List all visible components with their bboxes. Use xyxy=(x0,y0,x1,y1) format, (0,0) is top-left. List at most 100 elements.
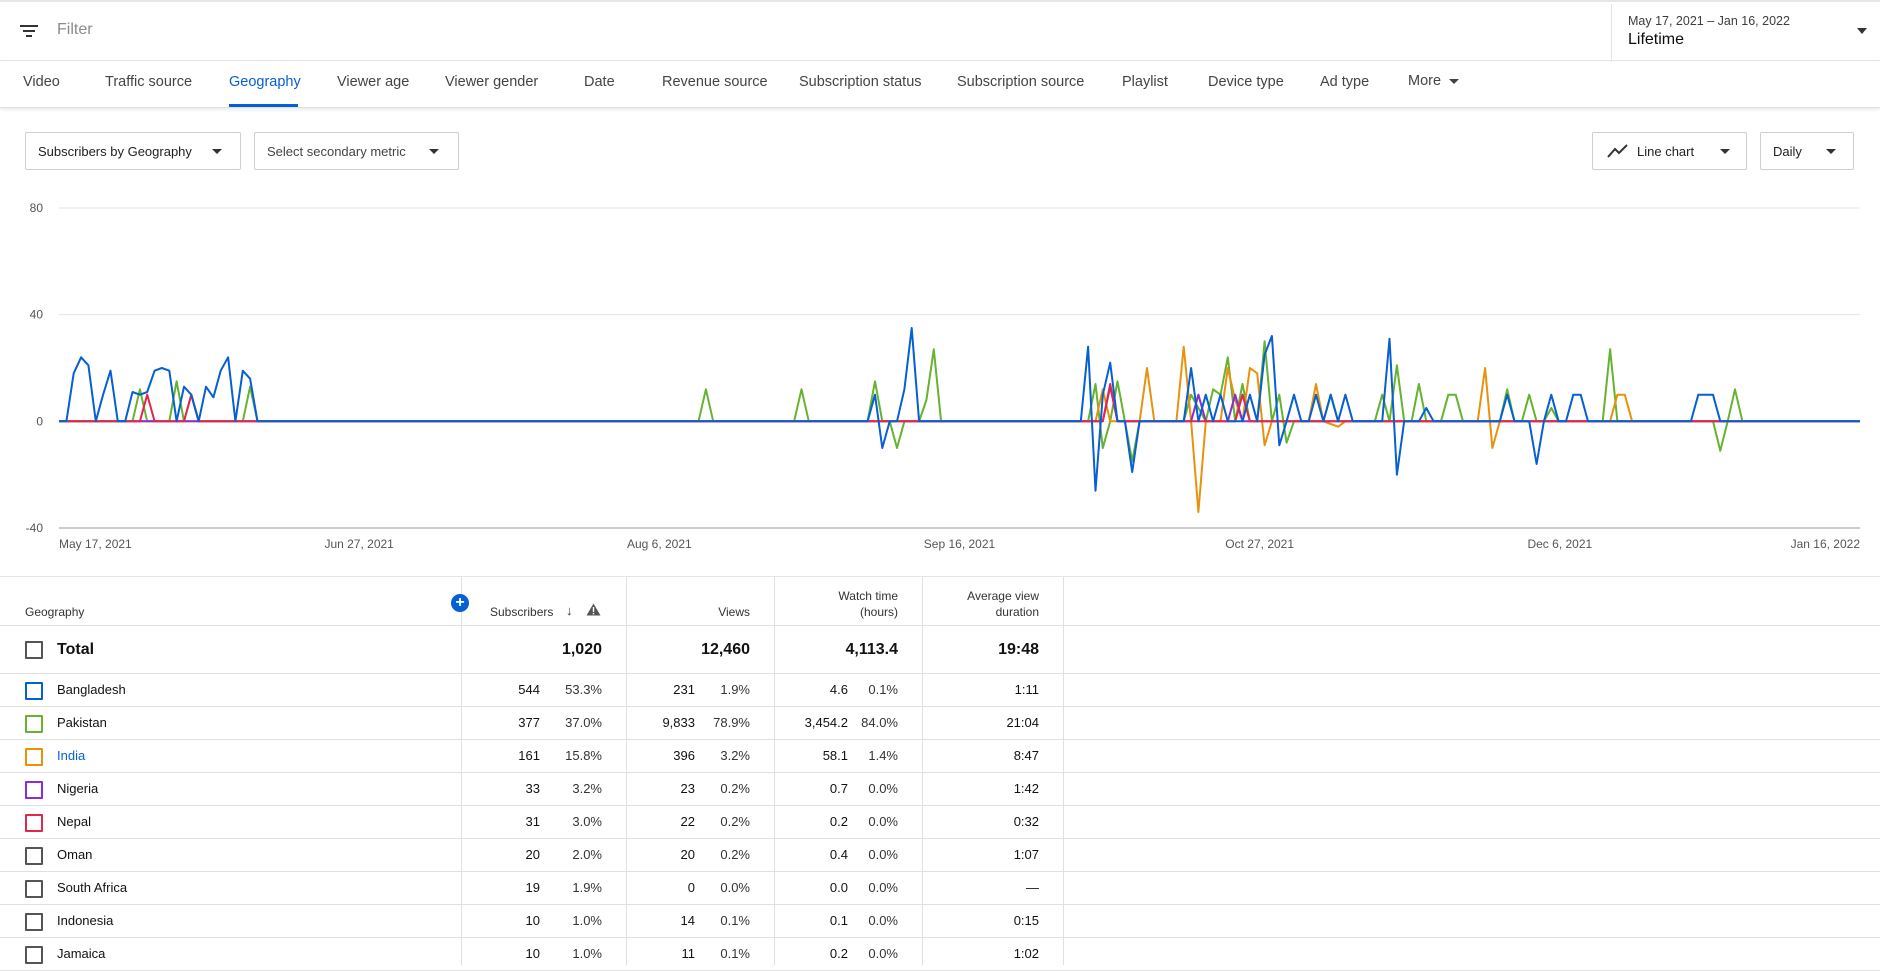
subscribers-line-chart[interactable]: 80 40 0 -40 May 17, 2021 Jun 27, 2021 Aug 6, 2… xyxy=(0,195,1880,565)
total-checkbox[interactable] xyxy=(25,641,43,659)
y-tick-label: 40 xyxy=(30,308,44,322)
row-checkbox[interactable] xyxy=(25,715,43,733)
tab-revenue-source[interactable]: Revenue source xyxy=(662,74,768,90)
secondary-metric-label: Select secondary metric xyxy=(267,144,406,159)
date-range-picker[interactable]: May 17, 2021 – Jan 16, 2022 Lifetime xyxy=(1611,4,1880,62)
tab-device-type[interactable]: Device type xyxy=(1208,74,1284,90)
column-divider xyxy=(774,577,775,965)
row-divider xyxy=(0,904,1880,905)
add-metric-button[interactable]: + xyxy=(451,594,469,612)
geography-table: Geography Subscribers Views Watch time (… xyxy=(0,576,1880,971)
series-line-pakistan[interactable] xyxy=(59,340,1860,463)
row-checkbox[interactable] xyxy=(25,913,43,931)
row-checkbox[interactable] xyxy=(25,781,43,799)
row-checkbox[interactable] xyxy=(25,682,43,700)
watch-time-value: 0.1 xyxy=(829,913,848,928)
y-tick-label: 80 xyxy=(30,201,44,215)
header-avg-line2: duration xyxy=(995,605,1039,619)
tab-traffic-source[interactable]: Traffic source xyxy=(105,74,192,90)
views-percent: 0.2% xyxy=(720,781,750,796)
column-divider xyxy=(1063,577,1064,965)
header-subscribers[interactable]: Subscribers xyxy=(490,604,553,620)
tab-playlist[interactable]: Playlist xyxy=(1122,74,1168,90)
views-value: 11 xyxy=(681,946,696,961)
row-divider xyxy=(0,805,1880,806)
row-checkbox[interactable] xyxy=(25,748,43,766)
views-percent: 0.2% xyxy=(720,814,750,829)
subscribers-percent: 15.8% xyxy=(565,748,602,763)
watch-time-percent: 0.1% xyxy=(868,682,898,697)
views-percent: 0.1% xyxy=(720,913,750,928)
geography-name: Nepal xyxy=(57,814,91,829)
watch-time-value: 0.4 xyxy=(829,847,848,862)
granularity-select[interactable]: Daily xyxy=(1760,132,1854,170)
header-views[interactable]: Views xyxy=(718,604,750,620)
subscribers-percent: 3.0% xyxy=(572,814,602,829)
secondary-metric-select[interactable]: Select secondary metric xyxy=(254,132,459,170)
row-checkbox[interactable] xyxy=(25,946,43,964)
tab-video[interactable]: Video xyxy=(23,74,60,90)
row-checkbox[interactable] xyxy=(25,880,43,898)
series-line-bangladesh[interactable] xyxy=(59,327,1860,492)
sort-descending-icon[interactable]: ↓ xyxy=(566,603,573,618)
subscribers-value: 33 xyxy=(525,781,540,796)
watch-time-value: 0.2 xyxy=(829,814,848,829)
avg-duration-value: 0:32 xyxy=(1013,814,1039,829)
watch-time-percent: 1.4% xyxy=(868,748,898,763)
filter-input[interactable]: Filter xyxy=(57,21,93,39)
subscribers-percent: 1.9% xyxy=(572,880,602,895)
tab-subscription-status[interactable]: Subscription status xyxy=(799,74,922,90)
subscribers-value: 377 xyxy=(518,715,540,730)
x-tick-label: May 17, 2021 xyxy=(59,537,132,551)
row-divider xyxy=(0,937,1880,938)
views-percent: 0.2% xyxy=(720,847,750,862)
watch-time-percent: 0.0% xyxy=(868,946,898,961)
geography-name[interactable]: India xyxy=(57,748,85,763)
avg-duration-value: 1:11 xyxy=(1014,682,1039,697)
tab-ad-type[interactable]: Ad type xyxy=(1320,74,1369,90)
warning-icon[interactable] xyxy=(586,603,601,616)
row-divider xyxy=(0,772,1880,773)
row-checkbox[interactable] xyxy=(25,847,43,865)
tab-more[interactable]: More xyxy=(1408,73,1460,89)
filter-icon[interactable] xyxy=(18,22,40,40)
watch-time-value: 0.2 xyxy=(829,946,848,961)
tab-viewer-gender[interactable]: Viewer gender xyxy=(445,74,538,90)
tab-date[interactable]: Date xyxy=(584,74,615,90)
subscribers-value: 10 xyxy=(525,913,540,928)
total-watch-time: 4,113.4 xyxy=(845,641,899,658)
watch-time-percent: 84.0% xyxy=(861,715,898,730)
geography-name: Nigeria xyxy=(57,781,99,796)
series-line-india[interactable] xyxy=(59,345,1860,513)
tab-subscription-source[interactable]: Subscription source xyxy=(957,74,1084,90)
header-avg-view-duration[interactable]: Average view duration xyxy=(967,588,1039,620)
tab-geography[interactable]: Geography xyxy=(229,74,301,90)
subscribers-percent: 37.0% xyxy=(565,715,602,730)
row-divider xyxy=(0,739,1880,740)
total-avg-duration: 19:48 xyxy=(998,641,1039,658)
x-tick-label: Aug 6, 2021 xyxy=(627,537,692,551)
chevron-down-icon xyxy=(1857,28,1867,34)
subscribers-value: 31 xyxy=(525,814,540,829)
row-checkbox[interactable] xyxy=(25,814,43,832)
watch-time-percent: 0.0% xyxy=(868,880,898,895)
date-range-label: Lifetime xyxy=(1628,31,1685,48)
column-divider xyxy=(626,577,627,965)
dimension-tabs: Video Traffic source Geography Viewer ag… xyxy=(0,61,1880,108)
tab-viewer-age[interactable]: Viewer age xyxy=(337,74,409,90)
header-avg-line1: Average view xyxy=(967,589,1039,603)
total-views: 12,460 xyxy=(701,641,750,658)
watch-time-value: 0.0 xyxy=(829,880,848,895)
granularity-label: Daily xyxy=(1773,144,1802,159)
series-line-nigeria[interactable] xyxy=(59,385,1860,423)
caret-down-icon xyxy=(1449,78,1460,84)
column-divider xyxy=(461,577,462,965)
primary-metric-select[interactable]: Subscribers by Geography xyxy=(25,132,241,170)
views-percent: 3.2% xyxy=(720,748,750,763)
series-line-nepal[interactable] xyxy=(59,383,1860,423)
views-value: 0 xyxy=(687,880,695,895)
subscribers-value: 19 xyxy=(525,880,540,895)
header-watch-time[interactable]: Watch time (hours) xyxy=(838,588,898,620)
subscribers-percent: 1.0% xyxy=(572,946,602,961)
chart-type-select[interactable]: Line chart xyxy=(1592,132,1747,170)
